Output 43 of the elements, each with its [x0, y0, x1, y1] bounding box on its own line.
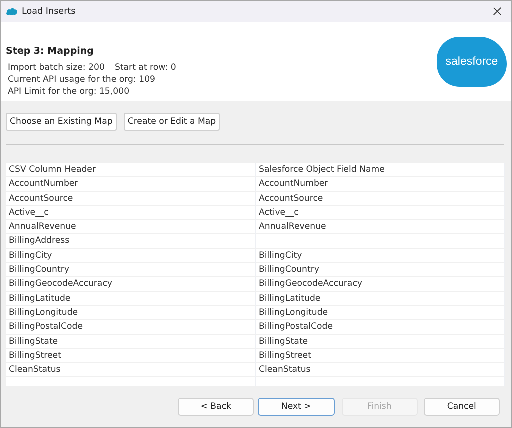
info-text: Current API usage for the org: 109 — [7, 74, 157, 86]
table-cell: BillingGeocodeAccuracy — [256, 277, 505, 292]
table-cell: BillingLongitude — [256, 306, 505, 320]
table-cell: BillingPostalCode — [6, 320, 256, 334]
table-cell: AccountSource — [256, 192, 505, 206]
table-cell: AccountNumber — [6, 177, 256, 192]
column-header: CSV Column Header — [6, 163, 256, 177]
table-cell: BillingCity — [256, 248, 505, 263]
table-cell: BillingLatitude — [6, 292, 256, 306]
table-cell: BillingCity — [6, 248, 256, 263]
table-cell: AnnualRevenue — [6, 220, 256, 234]
table-cell: BillingAddress — [6, 234, 256, 248]
table-cell: Active__c — [256, 206, 505, 220]
wizard-button[interactable]: Cancel — [424, 398, 500, 416]
table-cell: BillingStreet — [6, 348, 256, 363]
info-text: Import batch size: 200 — [8, 62, 105, 74]
table-cell: BillingLatitude — [256, 292, 505, 306]
salesforce-logo: salesforce — [437, 37, 507, 87]
table-cell: CleanStatus — [6, 363, 256, 378]
cloud-icon — [6, 7, 18, 16]
table-cell: AnnualRevenue — [256, 220, 505, 234]
table-cell: CleanStatus — [256, 363, 505, 378]
map-button[interactable]: Create or Edit a Map — [124, 113, 220, 131]
window-title: Load Inserts — [22, 6, 76, 16]
table-cell: BillingPostalCode — [256, 320, 505, 334]
table-cell: BillingStreet — [256, 348, 505, 363]
table-cell: Active__c — [6, 206, 256, 220]
table-cell: AccountSource — [6, 192, 256, 206]
wizard-button[interactable]: < Back — [178, 398, 254, 416]
table-cell: BillingGeocodeAccuracy — [6, 277, 256, 292]
close-icon[interactable] — [493, 7, 502, 16]
table-cell: BillingState — [6, 334, 256, 349]
map-button[interactable]: Choose an Existing Map — [6, 113, 117, 131]
table-cell: BillingCountry — [256, 263, 505, 278]
table-cell: BillingState — [256, 334, 505, 349]
step-title: Step 3: Mapping — [6, 46, 95, 57]
wizard-button[interactable]: Next > — [258, 398, 334, 416]
table-cell: BillingCountry — [6, 263, 256, 278]
table-cell: AccountNumber — [256, 177, 505, 192]
column-header: Salesforce Object Field Name — [256, 163, 505, 177]
table-cell: BillingLongitude — [6, 306, 256, 320]
info-text: API Limit for the org: 15,000 — [7, 86, 131, 98]
info-text: Start at row: 0 — [114, 62, 176, 74]
